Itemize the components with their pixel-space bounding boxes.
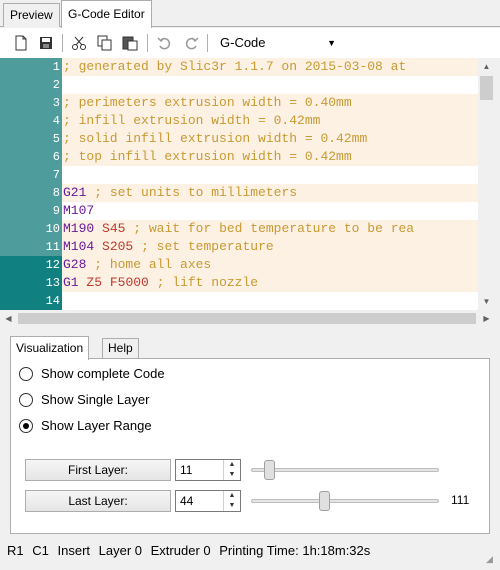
status-layer: Layer 0 — [98, 543, 143, 558]
radio-button-icon — [19, 393, 33, 407]
line-number: 13 — [0, 274, 62, 292]
code-line[interactable]: 5; solid infill extrusion width = 0.42mm — [0, 130, 478, 148]
line-number: 5 — [0, 130, 62, 148]
code-line[interactable]: 11 M104 S205 ; set temperature — [0, 238, 478, 256]
code-line[interactable]: 1; generated by Slic3r 1.1.7 on 2015-03-… — [0, 58, 478, 76]
tab-gcode-editor[interactable]: G-Code Editor — [61, 0, 152, 28]
code-line[interactable]: 2 — [0, 76, 478, 94]
redo-icon[interactable] — [182, 34, 200, 52]
visualization-panel: Show complete Code Show Single Layer Sho… — [10, 358, 490, 534]
spinner-arrows-icon[interactable]: ▲ ▼ — [223, 491, 240, 511]
chevron-down-icon: ▼ — [327, 38, 336, 48]
code-line[interactable]: 7 — [0, 166, 478, 184]
code-text: M107 — [63, 203, 95, 218]
tab-help[interactable]: Help — [102, 338, 139, 359]
code-text: G21 ; set units to millimeters — [63, 185, 298, 200]
code-text: G28 ; home all axes — [63, 257, 212, 272]
code-text: ; generated by Slic3r 1.1.7 on 2015-03-0… — [63, 59, 407, 74]
scrollbar-thumb[interactable] — [18, 313, 476, 324]
spinner-arrows-icon[interactable]: ▲ ▼ — [223, 460, 240, 480]
code-line[interactable]: 10 M190 S45 ; wait for bed temperature to… — [0, 220, 478, 238]
vertical-scrollbar[interactable]: ▲ ▼ — [478, 58, 495, 310]
scroll-left-icon[interactable]: ◀ — [0, 310, 17, 327]
last-layer-button[interactable]: Last Layer: — [25, 490, 171, 512]
status-bar: R1 C1 Insert Layer 0 Extruder 0 Printing… — [0, 540, 500, 564]
line-number: 1 — [0, 58, 62, 76]
undo-icon[interactable] — [156, 34, 174, 52]
cut-icon[interactable] — [70, 34, 88, 52]
language-select[interactable]: G-Code ▼ — [213, 32, 341, 54]
code-text: ; solid infill extrusion width = 0.42mm — [63, 131, 368, 146]
line-number: 14 — [0, 292, 62, 310]
line-number: 10 — [0, 220, 62, 238]
status-col: C1 — [32, 543, 49, 558]
toolbar-separator — [62, 34, 63, 52]
code-line[interactable]: 14 — [0, 292, 478, 310]
code-line[interactable]: 6; top infill extrusion width = 0.42mm — [0, 148, 478, 166]
status-mode: Insert — [57, 543, 91, 558]
line-number: 8 — [0, 184, 62, 202]
code-text: G1 Z5 F5000 ; lift nozzle — [63, 275, 259, 290]
code-line[interactable]: 9 M107 — [0, 202, 478, 220]
first-layer-slider[interactable] — [251, 468, 439, 472]
code-text: ; infill extrusion width = 0.42mm — [63, 113, 321, 128]
main-tab-bar: Preview G-Code Editor — [0, 0, 500, 28]
line-number: 3 — [0, 94, 62, 112]
status-printing-time: Printing Time: 1h:18m:32s — [219, 543, 371, 558]
radio-button-icon — [19, 367, 33, 381]
last-layer-slider[interactable] — [251, 499, 439, 503]
code-line[interactable]: 8 G21 ; set units to millimeters — [0, 184, 478, 202]
scrollbar-thumb[interactable] — [480, 76, 493, 100]
new-file-icon[interactable] — [12, 34, 30, 52]
code-line[interactable]: 13 G1 Z5 F5000 ; lift nozzle — [0, 274, 478, 292]
paste-icon[interactable] — [121, 34, 139, 52]
first-layer-spinner[interactable]: 11 ▲ ▼ — [175, 459, 241, 481]
resize-grip-icon[interactable]: ◢ — [486, 548, 496, 564]
line-number: 2 — [0, 76, 62, 94]
tab-preview[interactable]: Preview — [3, 3, 60, 27]
code-text: M104 S205 ; set temperature — [63, 239, 274, 254]
line-number: 4 — [0, 112, 62, 130]
status-row: R1 — [7, 543, 24, 558]
editor-toolbar: G-Code ▼ — [0, 28, 500, 58]
last-layer-slider-handle[interactable] — [318, 491, 330, 511]
first-layer-button[interactable]: First Layer: — [25, 459, 171, 481]
last-layer-spinner[interactable]: 44 ▲ ▼ — [175, 490, 241, 512]
scroll-right-icon[interactable]: ▶ — [478, 310, 495, 327]
code-line[interactable]: 12 G28 ; home all axes — [0, 256, 478, 274]
slider-max-value: 111 — [451, 493, 470, 507]
scroll-up-icon[interactable]: ▲ — [478, 58, 495, 75]
code-text: ; top infill extrusion width = 0.42mm — [63, 149, 352, 164]
toolbar-separator — [147, 34, 148, 52]
code-line[interactable]: 4; infill extrusion width = 0.42mm — [0, 112, 478, 130]
line-number: 6 — [0, 148, 62, 166]
line-number: 12 — [0, 256, 62, 274]
horizontal-scrollbar[interactable]: ◀ ▶ — [0, 310, 495, 327]
copy-icon[interactable] — [96, 34, 114, 52]
toolbar-separator — [207, 34, 208, 52]
code-line[interactable]: 3; perimeters extrusion width = 0.40mm — [0, 94, 478, 112]
status-extruder: Extruder 0 — [150, 543, 211, 558]
code-text: ; perimeters extrusion width = 0.40mm — [63, 95, 352, 110]
tab-visualization[interactable]: Visualization — [10, 336, 90, 360]
scroll-down-icon[interactable]: ▼ — [478, 293, 495, 310]
code-text: M190 S45 ; wait for bed temperature to b… — [63, 221, 415, 236]
save-icon[interactable] — [37, 34, 55, 52]
line-number: 9 — [0, 202, 62, 220]
radio-button-icon — [19, 419, 33, 433]
first-layer-slider-handle[interactable] — [264, 460, 276, 480]
gcode-editor[interactable]: 1; generated by Slic3r 1.1.7 on 2015-03-… — [0, 58, 478, 310]
line-number: 11 — [0, 238, 62, 256]
language-select-value: G-Code — [220, 35, 266, 50]
line-number: 7 — [0, 166, 62, 184]
